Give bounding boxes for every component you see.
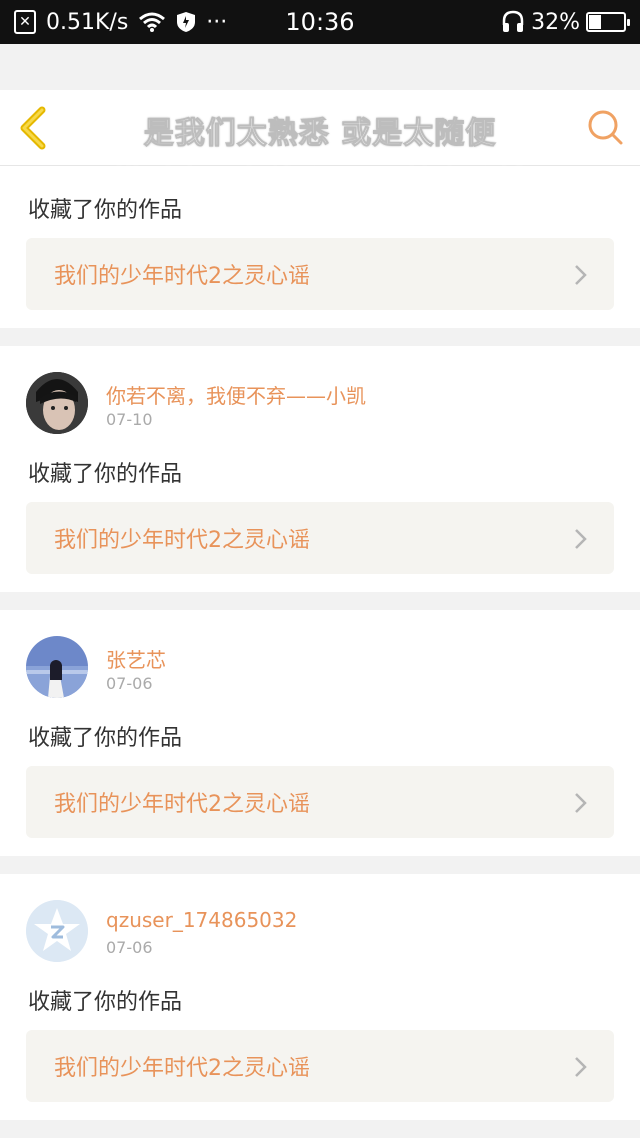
avatar-photo	[26, 372, 88, 434]
feed-card: 收藏了你的作品 我们的少年时代2之灵心谣	[0, 166, 640, 328]
avatar[interactable]	[26, 372, 88, 434]
chevron-right-icon	[575, 793, 587, 813]
action-text: 收藏了你的作品	[28, 990, 183, 1015]
feed-card: qzuser_174865032 07-06 收藏了你的作品 我们的少年时代2之…	[0, 874, 640, 1120]
user-name[interactable]: 张艺芯	[106, 644, 166, 673]
work-title: 我们的少年时代2之灵心谣	[54, 792, 310, 817]
work-link[interactable]: 我们的少年时代2之灵心谣	[26, 238, 614, 310]
avatar[interactable]	[26, 636, 88, 698]
default-avatar-icon	[26, 900, 88, 962]
user-name[interactable]: 你若不离，我便不弃——小凯	[106, 380, 366, 409]
post-date: 07-06	[106, 938, 153, 957]
headset-icon	[502, 10, 524, 32]
post-date: 07-06	[106, 674, 153, 693]
work-title: 我们的少年时代2之灵心谣	[54, 528, 310, 553]
action-text: 收藏了你的作品	[28, 198, 183, 223]
action-text: 收藏了你的作品	[28, 726, 183, 751]
chevron-right-icon	[575, 265, 587, 285]
feed-card: 张艺芯 07-06 收藏了你的作品 我们的少年时代2之灵心谣	[0, 610, 640, 856]
chevron-right-icon	[575, 1057, 587, 1077]
no-sim-icon: ✕	[14, 10, 36, 34]
work-link[interactable]: 我们的少年时代2之灵心谣	[26, 1030, 614, 1102]
work-link[interactable]: 我们的少年时代2之灵心谣	[26, 502, 614, 574]
more-dots-icon: ···	[206, 9, 228, 35]
battery-percent: 32%	[531, 9, 580, 35]
battery-icon	[586, 12, 630, 32]
action-text: 收藏了你的作品	[28, 462, 183, 487]
chevron-right-icon	[575, 529, 587, 549]
battery-fill	[589, 15, 601, 29]
avatar-photo	[26, 636, 88, 698]
lyric-overlay-line1: 是我们太熟悉 或是太随便	[143, 116, 497, 152]
work-link[interactable]: 我们的少年时代2之灵心谣	[26, 766, 614, 838]
post-date: 07-10	[106, 410, 153, 429]
status-bar: ✕ 0.51K/s ··· 10:36 32%	[0, 0, 640, 44]
top-spacer	[0, 44, 640, 90]
avatar[interactable]	[26, 900, 88, 962]
feed-card: 你若不离，我便不弃——小凯 07-10 收藏了你的作品 我们的少年时代2之灵心谣	[0, 346, 640, 592]
wifi-icon	[139, 12, 166, 32]
network-speed: 0.51K/s	[46, 9, 129, 35]
work-title: 我们的少年时代2之灵心谣	[54, 1056, 310, 1081]
shield-icon	[177, 12, 196, 32]
user-name[interactable]: qzuser_174865032	[106, 908, 297, 932]
work-title: 我们的少年时代2之灵心谣	[54, 264, 310, 289]
